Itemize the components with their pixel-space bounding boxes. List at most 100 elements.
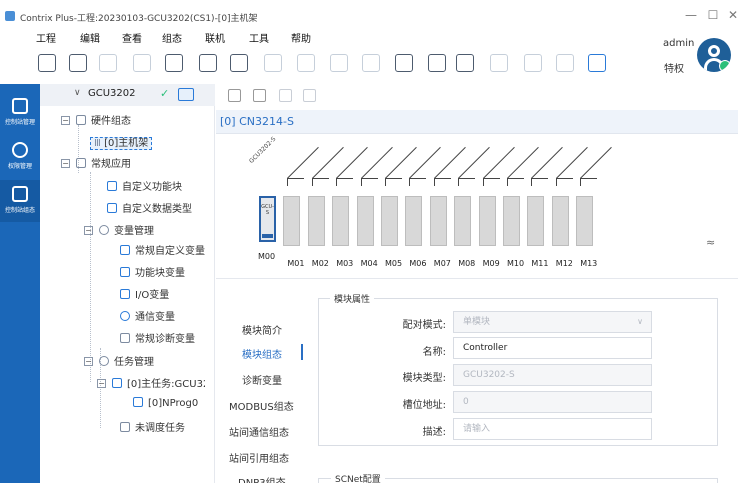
tree-item-io-var[interactable]: I/O变量	[120, 286, 169, 301]
menu-view[interactable]: 查看	[122, 30, 142, 45]
network-icon[interactable]	[588, 54, 606, 72]
slot-label: M11	[531, 259, 549, 268]
slot-label: M07	[433, 259, 451, 268]
tree-item-hardware[interactable]: − 硬件组态	[61, 112, 131, 127]
controller-icon[interactable]	[178, 88, 194, 101]
collapse-toggle-icon[interactable]: −	[84, 226, 93, 235]
download-icon[interactable]	[428, 54, 446, 72]
rack-slot[interactable]	[381, 196, 398, 246]
nav-station-manage[interactable]: 控制站管理	[0, 92, 40, 134]
paste-icon[interactable]	[264, 54, 282, 72]
tree-item-comm-var[interactable]: 通信变量	[120, 308, 175, 323]
cut-icon[interactable]	[199, 54, 217, 72]
slot-label: M01	[287, 259, 305, 268]
pair-mode-select[interactable]: 单模块 ∨	[453, 311, 652, 333]
rack-slot[interactable]	[405, 196, 423, 246]
data-type-icon	[107, 203, 117, 213]
tab-modbus-config[interactable]: MODBUS组态	[229, 398, 294, 413]
app-icon	[76, 158, 86, 168]
tree-item-common-app[interactable]: − 常规应用	[61, 155, 131, 170]
compile-icon[interactable]	[395, 54, 413, 72]
menu-edit[interactable]: 编辑	[80, 30, 100, 45]
collapse-toggle-icon[interactable]: −	[61, 159, 70, 168]
menu-help[interactable]: 帮助	[291, 30, 311, 45]
module-props-title: 模块属性	[330, 292, 375, 305]
settings-icon[interactable]	[165, 54, 183, 72]
tree-item-task-mgmt[interactable]: − 任务管理	[84, 353, 154, 368]
collapse-toggle-icon[interactable]: −	[61, 116, 70, 125]
tree-header[interactable]: ∨ GCU3202 ✓	[40, 84, 215, 106]
tree-item-main-task[interactable]: − [0]主任务:GCU3202	[97, 375, 205, 390]
cpu-module-slot[interactable]: GCU-S	[259, 196, 276, 242]
tab-module-config[interactable]: 模块组态	[242, 346, 282, 361]
tab-inter-station-comm[interactable]: 站间通信组态	[229, 424, 289, 439]
menu-tools[interactable]: 工具	[249, 30, 269, 45]
new-icon[interactable]	[38, 54, 56, 72]
tab-inter-station-ref[interactable]: 站间引用组态	[229, 450, 289, 465]
tree-item-custom-dt[interactable]: 自定义数据类型	[107, 200, 192, 215]
rack-slot[interactable]	[527, 196, 545, 246]
rack-slot[interactable]	[576, 196, 594, 246]
tree-item-fb-var[interactable]: 功能块变量	[120, 264, 185, 279]
monitor-icon[interactable]	[456, 54, 474, 72]
rack-slot[interactable]	[332, 196, 350, 246]
print-icon[interactable]	[524, 54, 542, 72]
export-icon[interactable]	[556, 54, 574, 72]
tree-item-unscheduled[interactable]: 未调度任务	[120, 419, 185, 434]
undo-icon[interactable]	[297, 54, 315, 72]
tree-item-custom-fb[interactable]: 自定义功能块	[107, 178, 182, 193]
chevron-down-icon[interactable]: ∨	[74, 88, 81, 98]
rack-slot[interactable]	[283, 196, 301, 246]
name-input[interactable]: Controller	[453, 337, 652, 359]
rack-slot[interactable]	[454, 196, 472, 246]
upload-icon[interactable]	[490, 54, 508, 72]
collapse-panel-icon[interactable]: ≈	[706, 236, 715, 249]
edit-icon[interactable]	[253, 89, 266, 102]
add-icon[interactable]	[279, 89, 292, 102]
nav-station-config[interactable]: 控制站组态	[0, 180, 40, 222]
save-all-icon[interactable]	[133, 54, 151, 72]
tab-module-intro[interactable]: 模块简介	[242, 322, 282, 337]
remove-icon[interactable]	[303, 89, 316, 102]
custom-var-icon	[120, 245, 130, 255]
tree-item-custom-var[interactable]: 常规自定义变量	[120, 242, 205, 257]
tree-item-nprog[interactable]: [0]NProg0	[133, 397, 198, 409]
collapse-toggle-icon[interactable]: −	[84, 357, 93, 366]
copy-icon[interactable]	[230, 54, 248, 72]
tree-item-var-mgmt[interactable]: − 变量管理	[84, 222, 154, 237]
panel-divider	[216, 278, 738, 279]
collapse-toggle-icon[interactable]: −	[97, 379, 106, 388]
fb-var-icon	[120, 267, 130, 277]
rack-slot[interactable]	[429, 196, 447, 246]
description-input[interactable]: 请输入	[453, 418, 652, 440]
user-name: admin	[663, 38, 695, 49]
tab-dnp3-config[interactable]: DNP3组态	[238, 474, 286, 483]
open-icon[interactable]	[69, 54, 87, 72]
nav-station-manage-label: 控制站管理	[4, 119, 35, 126]
close-button[interactable]: ✕	[726, 8, 738, 22]
menu-config[interactable]: 组态	[162, 30, 182, 45]
rack-slot[interactable]	[551, 196, 569, 246]
rack-slot[interactable]	[503, 196, 520, 246]
rack-slot[interactable]	[478, 196, 496, 246]
app-logo-icon	[5, 11, 15, 21]
menu-project[interactable]: 工程	[36, 30, 56, 45]
user-role: 特权	[664, 64, 684, 75]
redo-icon[interactable]	[330, 54, 348, 72]
maximize-button[interactable]: ☐	[706, 8, 720, 22]
find-icon[interactable]	[362, 54, 380, 72]
tree-item-main-rack[interactable]: Ⅲ [0]主机架	[90, 134, 153, 150]
nav-permission[interactable]: 权限管理	[0, 136, 40, 178]
user-avatar[interactable]	[697, 38, 731, 72]
menu-online[interactable]: 联机	[205, 30, 225, 45]
save-icon[interactable]	[99, 54, 117, 72]
minimize-button[interactable]: —	[684, 8, 698, 22]
rack-slot[interactable]	[307, 196, 325, 246]
pair-mode-value: 单模块	[463, 317, 491, 327]
rack-slot[interactable]	[356, 196, 374, 246]
station-manage-icon	[12, 98, 28, 114]
layout-icon[interactable]	[228, 89, 241, 102]
app-window: Contrix Plus-工程:20230103-GCU3202(CS1)-[0…	[0, 0, 738, 483]
tree-item-diag-var[interactable]: 常规诊断变量	[120, 330, 195, 345]
tab-diag-vars[interactable]: 诊断变量	[242, 372, 282, 387]
